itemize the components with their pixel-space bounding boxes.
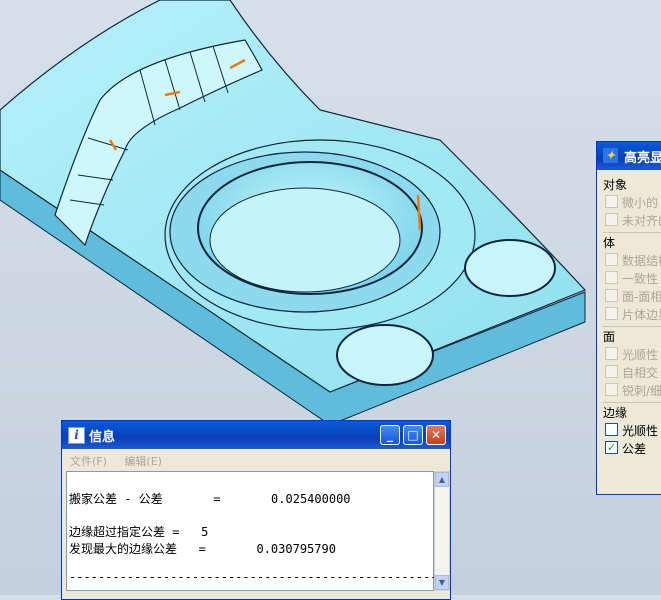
checkbox-box xyxy=(605,195,618,208)
menu-bar: 文件(F) 编辑(E) xyxy=(62,449,450,471)
highlight-icon: ✦ xyxy=(603,148,618,163)
checkbox-box xyxy=(605,347,618,360)
small-hole-right[interactable] xyxy=(464,239,556,297)
checkbox-edge-smoothness[interactable]: 光顺性 xyxy=(605,422,658,439)
checkbox-box xyxy=(605,271,618,284)
info-line: 边缘超过指定公差 = 5 xyxy=(69,525,209,539)
info-line: 搬家公差 - 公差 = 0.025400000 xyxy=(69,492,351,506)
checkbox-label: 自相交 xyxy=(622,366,659,380)
checkbox-sheet-boundary: 片体边界 xyxy=(605,306,661,323)
checkbox-label: 光顺性 xyxy=(622,348,659,362)
small-hole-bottom[interactable] xyxy=(336,324,434,386)
checkbox-box xyxy=(605,253,618,266)
info-text-area[interactable]: 搬家公差 - 公差 = 0.025400000 边缘超过指定公差 = 5 发现最… xyxy=(66,471,438,591)
checkbox-consistency: 一致性 xyxy=(605,270,658,287)
info-line: ----------------------------------------… xyxy=(69,570,438,584)
checkbox-label: 微小的 xyxy=(622,196,659,210)
info-window[interactable]: i 信息 _ □ ✕ 文件(F) 编辑(E) 搬家公差 - 公差 = 0.025… xyxy=(61,420,451,600)
checkbox-misaligned: 未对齐的 xyxy=(605,212,661,229)
checkbox-box[interactable]: ✓ xyxy=(605,441,618,454)
checkbox-label: 未对齐的 xyxy=(622,214,661,228)
group-label-edge: 边缘 xyxy=(603,406,628,420)
group-label-face: 面 xyxy=(603,330,616,344)
checkbox-label: 片体边界 xyxy=(622,308,661,322)
scroll-up-icon[interactable]: ▲ xyxy=(435,472,449,487)
divider xyxy=(603,326,661,327)
info-window-title: 信息 xyxy=(89,430,116,445)
check-icon: ✓ xyxy=(607,441,617,454)
scroll-down-icon[interactable]: ▼ xyxy=(435,575,449,590)
checkbox-edge-tolerance[interactable]: ✓ 公差 xyxy=(605,440,646,457)
minimize-button[interactable]: _ xyxy=(380,425,400,445)
close-button[interactable]: ✕ xyxy=(426,425,446,445)
checkbox-box xyxy=(605,383,618,396)
menu-file[interactable]: 文件(F) xyxy=(70,455,107,468)
menu-edit[interactable]: 编辑(E) xyxy=(124,455,162,468)
checkbox-label: 一致性 xyxy=(622,272,659,286)
checkbox-label: 数据结构 xyxy=(622,254,661,268)
divider xyxy=(603,402,661,403)
checkbox-data-structure: 数据结构 xyxy=(605,252,661,269)
checkbox-face-smoothness: 光顺性 xyxy=(605,346,658,363)
checkbox-box xyxy=(605,365,618,378)
vertical-scrollbar[interactable]: ▲ ▼ xyxy=(434,471,450,591)
bore-inner xyxy=(209,187,401,293)
checkbox-label: 光顺性 xyxy=(622,424,659,438)
checkbox-self-intersect: 自相交 xyxy=(605,364,658,381)
maximize-button[interactable]: □ xyxy=(403,425,423,445)
checkbox-box xyxy=(605,213,618,226)
checkbox-label: 锐刺/细 xyxy=(622,384,661,398)
checkbox-label: 面-面相 xyxy=(622,290,661,304)
checkbox-box xyxy=(605,307,618,320)
checkbox-label: 公差 xyxy=(622,442,647,456)
checkbox-tiny: 微小的 xyxy=(605,194,658,211)
checkbox-spike: 锐刺/细 xyxy=(605,382,661,399)
group-label-body: 体 xyxy=(603,236,616,250)
highlight-panel-titlebar[interactable]: ✦ 高亮显 xyxy=(597,142,661,170)
highlight-panel[interactable]: ✦ 高亮显 对象 微小的 未对齐的 体 数据结构 一致性 面-面相 片体边界 面… xyxy=(596,141,661,495)
divider xyxy=(603,232,661,233)
info-icon: i xyxy=(68,427,85,444)
info-line: 发现最大的边缘公差 = 0.030795790 xyxy=(69,542,336,556)
highlight-panel-body: 对象 微小的 未对齐的 体 数据结构 一致性 面-面相 片体边界 面 光顺性 自… xyxy=(597,170,661,494)
checkbox-box xyxy=(605,289,618,302)
checkbox-box[interactable] xyxy=(605,423,618,436)
info-window-titlebar[interactable]: i 信息 _ □ ✕ xyxy=(62,421,450,449)
checkbox-face-face: 面-面相 xyxy=(605,288,661,305)
highlight-panel-title: 高亮显 xyxy=(624,151,661,166)
group-label-object: 对象 xyxy=(603,178,628,192)
